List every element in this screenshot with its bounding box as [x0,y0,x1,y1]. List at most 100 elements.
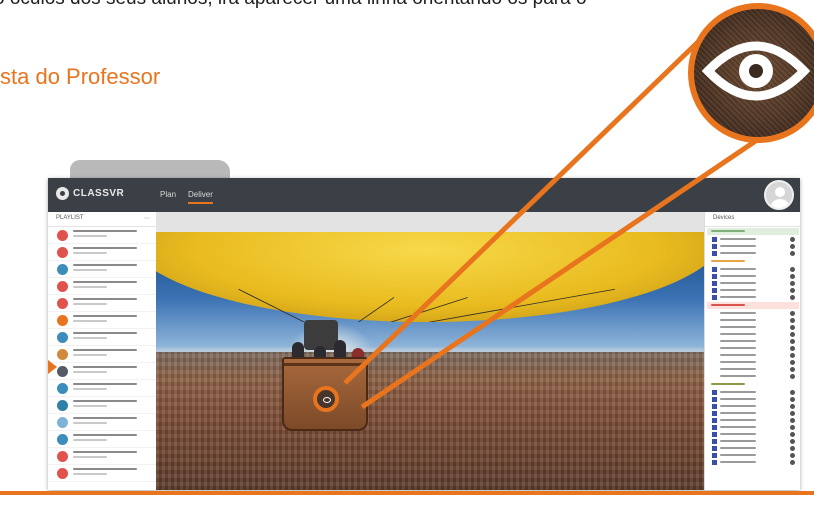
device-row[interactable] [707,431,799,438]
playlist-item[interactable] [48,380,156,397]
playlist-item[interactable] [48,329,156,346]
device-group-header[interactable] [707,258,799,265]
device-row[interactable] [707,373,799,380]
playlist-item[interactable] [48,278,156,295]
playlist-item[interactable] [48,227,156,244]
device-row[interactable] [707,396,799,403]
device-group-header[interactable] [707,228,799,235]
device-name-line [720,296,756,298]
playlist-item[interactable] [48,295,156,312]
device-group-header[interactable] [707,302,799,309]
playlist-item[interactable] [48,414,156,431]
device-row[interactable] [707,294,799,301]
device-row[interactable] [707,366,799,373]
device-name-line [720,238,756,240]
device-row[interactable] [707,250,799,257]
device-row[interactable] [707,287,799,294]
playlist-thumbnail [57,417,68,428]
playlist-item-title-line [73,417,137,419]
playlist-item[interactable] [48,397,156,414]
vr-360-viewer[interactable] [156,212,704,490]
playlist-thumbnail [57,451,68,462]
device-row[interactable] [707,445,799,452]
device-name-line [720,354,756,356]
device-name-line [720,368,756,370]
device-name-line [720,426,756,428]
device-row[interactable] [707,266,799,273]
device-name-line [720,412,756,414]
device-row[interactable] [707,424,799,431]
device-row[interactable] [707,324,799,331]
device-row[interactable] [707,352,799,359]
device-status-icon [790,404,795,409]
playlist-item[interactable] [48,431,156,448]
device-row[interactable] [707,417,799,424]
playlist-thumbnail [57,383,68,394]
playlist-item[interactable] [48,448,156,465]
device-name-line [720,461,756,463]
device-status-icon [790,325,795,330]
playlist-item-meta-line [73,337,107,339]
playlist-item[interactable] [48,261,156,278]
device-name-line [720,391,756,393]
device-row[interactable] [707,243,799,250]
device-status-icon [790,453,795,458]
device-row[interactable] [707,345,799,352]
student-view-eye-icon[interactable] [313,386,339,412]
device-status-icon [790,281,795,286]
device-group-label [711,383,745,385]
playlist-list [48,227,156,482]
logo[interactable]: CLASSVR [56,187,124,200]
nav-plan[interactable]: Plan [160,190,176,199]
playlist-item[interactable] [48,312,156,329]
device-row[interactable] [707,438,799,445]
device-row[interactable] [707,280,799,287]
playlist-item-title-line [73,451,137,453]
logo-icon [56,187,69,200]
caption-text: o óculos dos seus alunos, irá aparecer u… [0,0,814,12]
headset-icon [712,288,717,293]
headset-icon [712,418,717,423]
device-status-icon [790,360,795,365]
playlist-item[interactable] [48,363,156,380]
playlist-item-title-line [73,349,137,351]
nav-deliver[interactable]: Deliver [188,190,213,204]
user-avatar[interactable] [764,180,794,210]
device-row[interactable] [707,338,799,345]
device-row[interactable] [707,236,799,243]
headset-icon [712,244,717,249]
device-row[interactable] [707,452,799,459]
device-name-line [720,319,756,321]
playlist-thumbnail [57,281,68,292]
device-row[interactable] [707,273,799,280]
device-status-icon [790,251,795,256]
headset-icon [712,318,717,323]
playlist-item-title-line [73,247,137,249]
device-name-line [720,454,756,456]
device-group-header[interactable] [707,381,799,388]
device-row[interactable] [707,389,799,396]
device-status-icon [790,439,795,444]
playlist-thumbnail [57,247,68,258]
device-list [705,228,800,466]
playlist-item-meta-line [73,405,107,407]
eye-icon [701,41,811,101]
device-row[interactable] [707,459,799,466]
playlist-menu-icon[interactable]: ⋯ [144,215,150,222]
device-status-icon [790,244,795,249]
device-status-icon [790,460,795,465]
device-row[interactable] [707,410,799,417]
device-row[interactable] [707,310,799,317]
headset-icon [712,237,717,242]
device-row[interactable] [707,359,799,366]
playlist-thumbnail [57,230,68,241]
playlist-item[interactable] [48,244,156,261]
device-row[interactable] [707,317,799,324]
playlist-item[interactable] [48,465,156,482]
device-status-icon [790,367,795,372]
device-status-icon [790,288,795,293]
device-name-line [720,375,756,377]
playlist-item[interactable] [48,346,156,363]
device-row[interactable] [707,403,799,410]
device-row[interactable] [707,331,799,338]
